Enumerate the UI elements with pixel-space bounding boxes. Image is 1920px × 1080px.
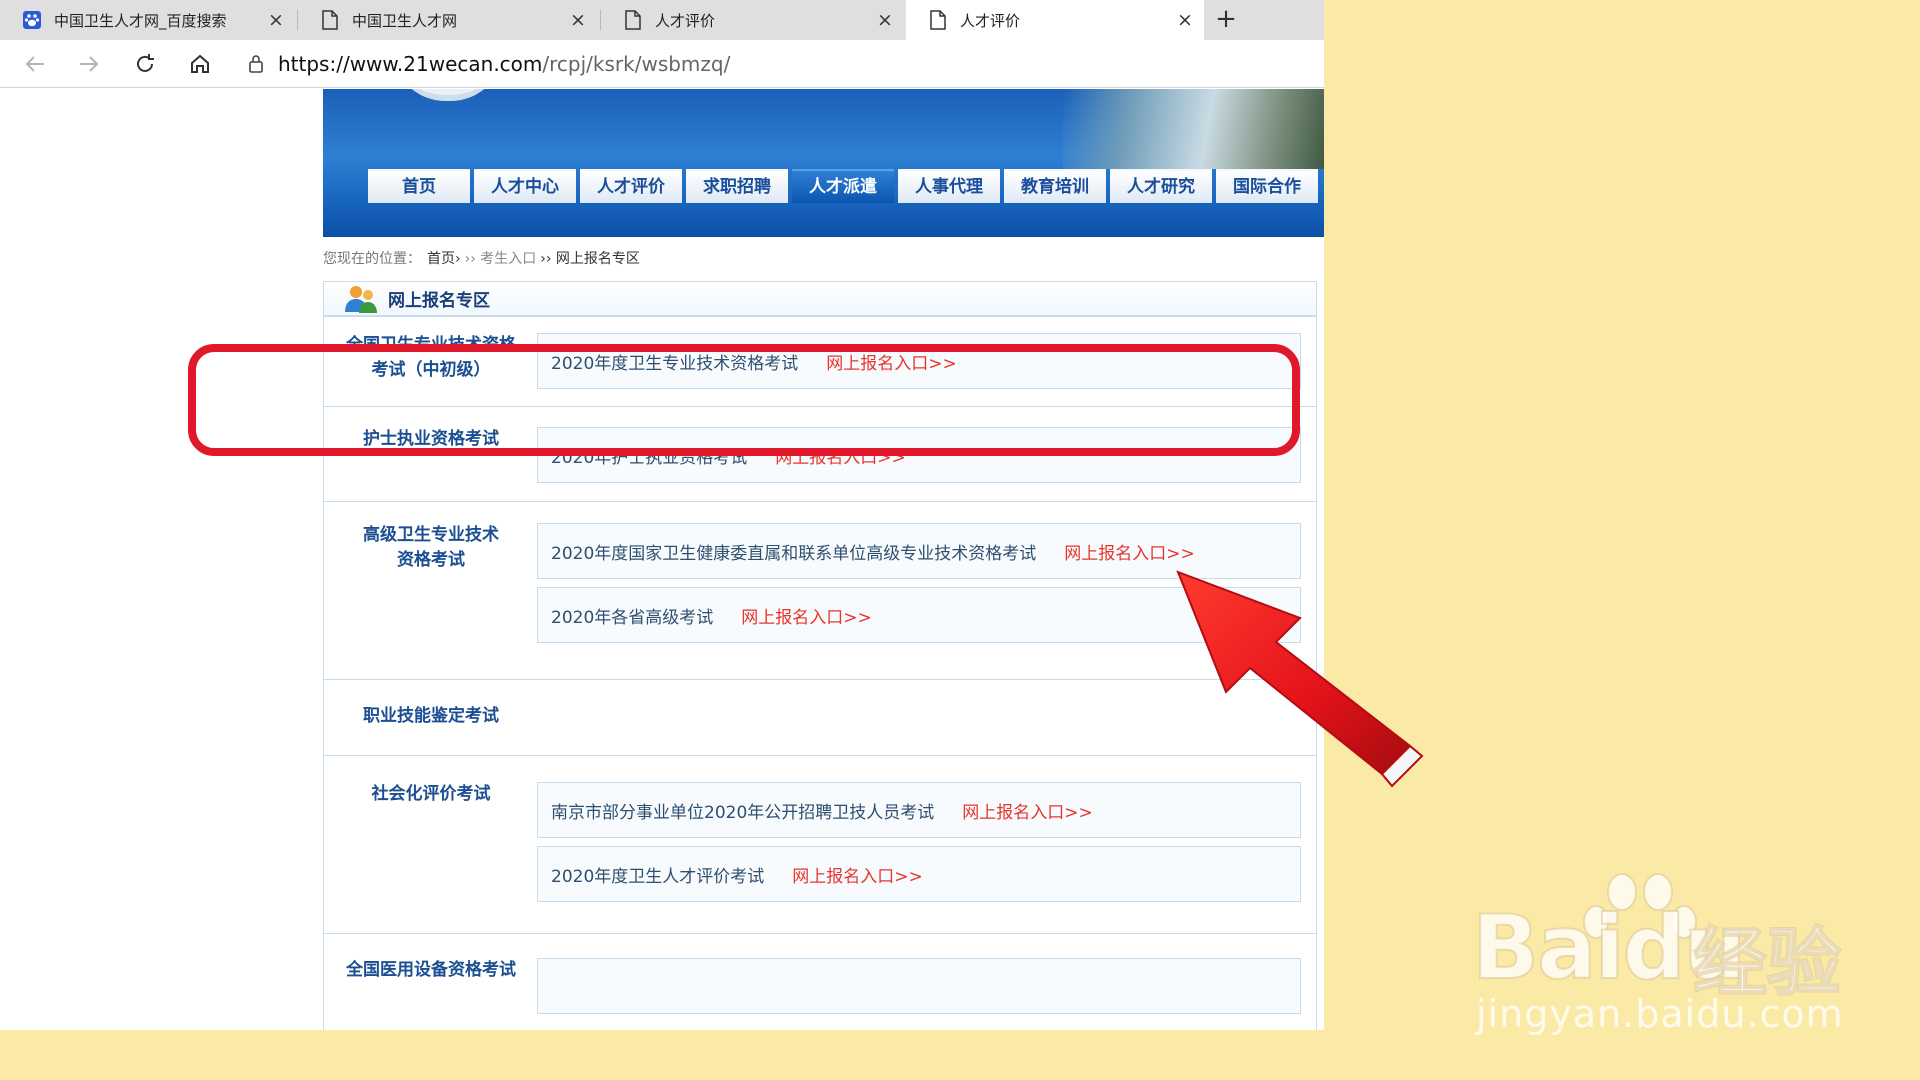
list-item — [537, 958, 1301, 1014]
close-icon[interactable]: × — [261, 9, 291, 31]
category-label: 职业技能鉴定考试 — [363, 706, 499, 726]
exam-name[interactable]: 2020年各省高级考试 — [551, 603, 713, 628]
nav-international[interactable]: 国际合作 — [1216, 169, 1318, 203]
tab-talent-eval-active[interactable]: 人才评价 × — [906, 0, 1204, 40]
back-button[interactable] — [18, 48, 52, 80]
breadcrumb-home[interactable]: 首页› — [427, 248, 461, 268]
nav-hr-agency[interactable]: 人事代理 — [898, 169, 1000, 203]
list-item: 2020年度卫生人才评价考试 网上报名入口>> — [537, 846, 1301, 902]
breadcrumb-exam-entry[interactable]: ›› 考生入口 — [465, 248, 537, 268]
forward-button[interactable] — [72, 48, 106, 80]
people-icon — [342, 284, 382, 314]
registration-link[interactable]: 网上报名入口>> — [792, 862, 923, 887]
tab-title: 人才评价 — [655, 11, 716, 30]
highlight-box — [188, 344, 1300, 456]
site-banner: 首页 人才中心 人才评价 求职招聘 人才派遣 人事代理 教育培训 人才研究 国际… — [323, 89, 1324, 237]
tab-baidu-search[interactable]: 中国卫生人才网_百度搜索 × — [0, 0, 295, 40]
web-page: 首页 人才中心 人才评价 求职招聘 人才派遣 人事代理 教育培训 人才研究 国际… — [0, 89, 1324, 1030]
nav-talent-center[interactable]: 人才中心 — [474, 169, 576, 203]
page-icon — [320, 10, 340, 30]
category-line: 高级卫生专业技术 — [363, 525, 499, 545]
browser-window: 中国卫生人才网_百度搜索 × 中国卫生人才网 × 人才评价 × 人才评价 × + — [0, 0, 1324, 1030]
address-bar: https://www.21wecan.com/rcpj/ksrk/wsbmzq… — [0, 40, 1324, 88]
nav-training[interactable]: 教育培训 — [1004, 169, 1106, 203]
nav-dispatch[interactable]: 人才派遣 — [792, 169, 894, 203]
registration-link[interactable]: 网上报名入口>> — [741, 603, 872, 628]
baidu-paw-icon — [22, 10, 42, 30]
exam-name[interactable]: 南京市部分事业单位2020年公开招聘卫技人员考试 — [551, 798, 934, 823]
category-line: 资格考试 — [397, 550, 465, 570]
exam-name[interactable]: 2020年度国家卫生健康委直属和联系单位高级专业技术资格考试 — [551, 539, 1036, 564]
tab-wecan-home[interactable]: 中国卫生人才网 × — [298, 0, 597, 40]
tab-talent-eval[interactable]: 人才评价 × — [601, 0, 904, 40]
zone-header: 网上报名专区 — [324, 282, 1316, 316]
tab-title: 中国卫生人才网 — [352, 11, 458, 30]
category-label: 全国医用设备资格考试 — [346, 960, 516, 980]
refresh-icon — [137, 54, 154, 72]
registration-link[interactable]: 网上报名入口>> — [962, 798, 1093, 823]
close-icon[interactable]: × — [870, 9, 900, 31]
close-icon[interactable]: × — [563, 9, 593, 31]
nav-jobs[interactable]: 求职招聘 — [686, 169, 788, 203]
nav-research[interactable]: 人才研究 — [1110, 169, 1212, 203]
url-field[interactable]: https://www.21wecan.com/rcpj/ksrk/wsbmzq… — [234, 46, 1324, 82]
new-tab-button[interactable]: + — [1208, 0, 1244, 40]
refresh-button[interactable] — [128, 48, 162, 80]
exam-name[interactable]: 2020年度卫生人才评价考试 — [551, 862, 764, 887]
page-icon — [623, 10, 643, 30]
close-icon[interactable]: × — [1170, 9, 1200, 31]
nav-home[interactable]: 首页 — [368, 169, 470, 203]
home-button[interactable] — [183, 48, 217, 80]
lock-icon — [234, 54, 278, 74]
nav-talent-evaluation[interactable]: 人才评价 — [580, 169, 682, 203]
category-label: 社会化评价考试 — [371, 784, 491, 804]
tab-title: 人才评价 — [960, 11, 1021, 30]
watermark-bai: Bai — [1471, 895, 1626, 1000]
tab-bar: 中国卫生人才网_百度搜索 × 中国卫生人才网 × 人才评价 × 人才评价 × + — [0, 0, 1324, 40]
breadcrumb: 您现在的位置： 首页› ›› 考生入口 ›› 网上报名专区 — [323, 247, 640, 269]
back-arrow-icon — [25, 56, 44, 72]
tab-title: 中国卫生人才网_百度搜索 — [54, 11, 227, 30]
main-nav: 首页 人才中心 人才评价 求职招聘 人才派遣 人事代理 教育培训 人才研究 国际… — [368, 169, 1322, 205]
url-path: /rcpj/ksrk/wsbmzq/ — [542, 52, 731, 76]
site-logo — [393, 89, 503, 101]
breadcrumb-online-registration[interactable]: ›› 网上报名专区 — [540, 248, 640, 268]
url-host: https://www.21wecan.com — [278, 52, 543, 76]
home-icon — [191, 54, 209, 73]
category-label: 高级卫生专业技术 资格考试 — [336, 523, 526, 573]
breadcrumb-prefix: 您现在的位置： — [323, 251, 421, 267]
pointer-arrow-icon — [1176, 570, 1424, 788]
page-icon — [928, 10, 948, 30]
zone-title: 网上报名专区 — [388, 291, 490, 311]
section-medical-equipment: 全国医用设备资格考试 — [324, 933, 1316, 1030]
baidu-watermark-url: jingyan.baidu.com — [1476, 992, 1844, 1036]
banner-photo — [1063, 89, 1324, 169]
forward-arrow-icon — [80, 56, 99, 72]
